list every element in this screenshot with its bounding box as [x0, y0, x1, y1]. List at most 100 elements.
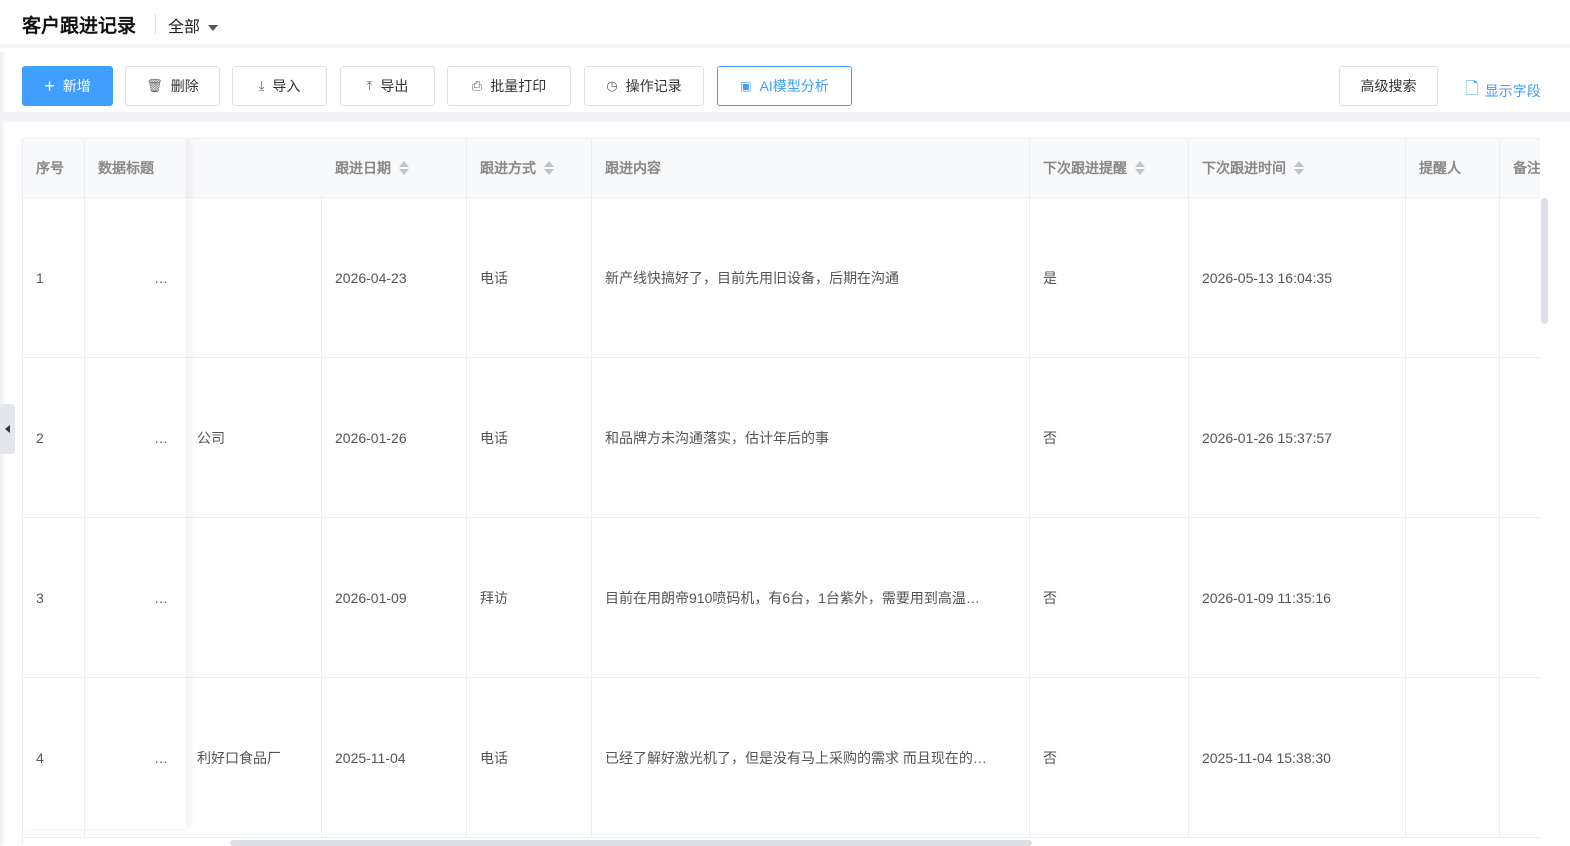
delete-label: 删除 — [170, 78, 199, 94]
log-label: 操作记录 — [625, 78, 682, 94]
data-table: 跟进日期 跟进方式 跟进内容 下次跟进提醒 下次跟进时间 提醒人 备注 2026… — [22, 138, 1540, 845]
remind-cell: 是 — [1030, 198, 1189, 357]
reminder-cell — [1406, 678, 1500, 837]
header-label: 下次跟进提醒 — [1043, 160, 1127, 176]
next-time-cell: 2026-05-13 16:04:35 — [1189, 198, 1406, 357]
add-button[interactable]: + 新增 — [22, 66, 113, 106]
date-cell: 2026-01-26 — [322, 358, 467, 517]
add-label: 新增 — [62, 78, 91, 94]
content-cell: 已经了解好激光机了，但是没有马上采购的需求 而且现在的… — [592, 678, 1030, 837]
header-label: 提醒人 — [1419, 160, 1461, 176]
header-method[interactable]: 跟进方式 — [467, 139, 592, 197]
header-next-time[interactable]: 下次跟进时间 — [1189, 139, 1406, 197]
header-label: 跟进方式 — [480, 160, 536, 176]
fixed-row[interactable]: 4… — [23, 678, 186, 838]
customer-cell — [184, 198, 322, 357]
header-remind[interactable]: 下次跟进提醒 — [1030, 139, 1189, 197]
header-label: 跟进内容 — [605, 160, 661, 176]
index-cell: 2 — [23, 358, 85, 517]
ai-label: AI模型分析 — [759, 78, 829, 94]
customer-cell: 公司 — [184, 358, 322, 517]
download-icon: ⤓ — [258, 78, 265, 93]
advanced-search-button[interactable]: 高级搜索 — [1339, 66, 1438, 106]
fixed-row[interactable]: 3… — [23, 518, 186, 678]
header-label: 跟进日期 — [335, 160, 391, 176]
toolbar: + 新增 🗑 删除 ⤓ 导入 ⤒ 导出 ⎙ 批量打印 ◷ 操作记录 ▣ AI模型分析 高级搜索… — [0, 52, 1570, 122]
scope-label: 全部 — [168, 19, 201, 36]
title-cell: … — [154, 589, 168, 606]
header-label: 数据标题 — [98, 160, 154, 176]
remind-cell: 否 — [1030, 518, 1189, 677]
reminder-cell — [1406, 198, 1500, 357]
sort-icon[interactable] — [1135, 161, 1145, 175]
export-label: 导出 — [380, 78, 409, 94]
delete-button[interactable]: 🗑 删除 — [125, 66, 220, 106]
date-cell: 2026-04-23 — [322, 198, 467, 357]
next-time-cell: 2026-01-09 11:35:16 — [1189, 518, 1406, 677]
header-date[interactable]: 跟进日期 — [322, 139, 467, 197]
sort-icon[interactable] — [399, 161, 409, 175]
header-label: 序号 — [36, 160, 64, 176]
index-cell: 4 — [23, 678, 85, 837]
collapse-sidebar-button[interactable] — [0, 404, 15, 454]
page-header: 客户跟进记录 全部 — [0, 0, 1570, 48]
header-label: 备注 — [1513, 160, 1540, 176]
horizontal-scrollbar[interactable] — [230, 840, 1032, 846]
sort-icon[interactable] — [544, 161, 554, 175]
remind-cell: 否 — [1030, 678, 1189, 837]
advanced-search-label: 高级搜索 — [1360, 78, 1417, 94]
export-button[interactable]: ⤒ 导出 — [340, 66, 435, 106]
table-row[interactable]: 利好口食品厂 2025-11-04 电话 已经了解好激光机了，但是没有马上采购的需求 … — [23, 678, 1540, 838]
trash-icon: 🗑 — [146, 78, 163, 93]
print-label: 批量打印 — [490, 78, 547, 94]
date-cell: 2025-11-04 — [322, 678, 467, 837]
caret-down-icon — [208, 24, 219, 31]
upload-icon: ⤒ — [366, 78, 373, 93]
show-fields-button[interactable]: 🗋 显示字段 — [1465, 76, 1541, 105]
next-time-cell: 2026-01-26 15:37:57 — [1189, 358, 1406, 517]
content-cell: 新产线快搞好了，目前先用旧设备，后期在沟通 — [592, 198, 1030, 357]
scope-dropdown[interactable]: 全部 — [168, 13, 219, 37]
notes-cell — [1500, 678, 1540, 837]
title-cell: … — [154, 429, 168, 446]
index-cell: 1 — [23, 198, 85, 357]
fixed-row[interactable]: 2… — [23, 358, 186, 518]
content-cell: 目前在用朗帝910喷码机，有6台，1台紫外，需要用到高温… — [592, 518, 1030, 677]
header-index: 序号 — [23, 139, 85, 197]
batch-print-button[interactable]: ⎙ 批量打印 — [447, 66, 571, 106]
title-cell: … — [154, 269, 168, 286]
sort-icon[interactable] — [1294, 161, 1304, 175]
vertical-scrollbar[interactable] — [1541, 198, 1548, 324]
fixed-row[interactable]: 1… — [23, 198, 186, 358]
header-notes: 备注 — [1500, 139, 1540, 197]
method-cell: 拜访 — [467, 518, 592, 677]
header-label: 下次跟进时间 — [1202, 160, 1286, 176]
file-eye-icon: 🗋 — [1465, 79, 1479, 98]
title-cell: … — [154, 749, 168, 766]
reminder-cell — [1406, 358, 1500, 517]
notes-cell — [1500, 198, 1540, 357]
caret-left-icon — [5, 425, 10, 433]
content-cell: 和品牌方未沟通落实，估计年后的事 — [592, 358, 1030, 517]
next-time-cell: 2025-11-04 15:38:30 — [1189, 678, 1406, 837]
remind-cell: 否 — [1030, 358, 1189, 517]
method-cell: 电话 — [467, 678, 592, 837]
fixed-columns: 序号 数据标题 1… 2… 3… 4… — [23, 139, 186, 838]
table-row[interactable]: 公司 2026-01-26 电话 和品牌方未沟通落实，估计年后的事否 2026-01-2… — [23, 358, 1540, 518]
show-fields-label: 显示字段 — [1484, 82, 1541, 99]
operation-log-button[interactable]: ◷ 操作记录 — [584, 66, 704, 106]
reminder-cell — [1406, 518, 1500, 677]
table-row[interactable]: 2026-04-23 电话 新产线快搞好了，目前先用旧设备，后期在沟通是 2026-0… — [23, 198, 1540, 358]
table-row[interactable]: 2026-01-09 拜访 目前在用朗帝910喷码机，有6台，1台紫外，需要用到高温… — [23, 518, 1540, 678]
method-cell: 电话 — [467, 198, 592, 357]
table-header: 跟进日期 跟进方式 跟进内容 下次跟进提醒 下次跟进时间 提醒人 备注 — [23, 139, 1540, 198]
import-button[interactable]: ⤓ 导入 — [232, 66, 327, 106]
customer-cell — [184, 518, 322, 677]
robot-icon: ▣ — [740, 79, 752, 93]
header-title: 数据标题 — [85, 139, 186, 197]
printer-icon: ⎙ — [471, 78, 483, 93]
divider — [155, 14, 156, 34]
date-cell: 2026-01-09 — [322, 518, 467, 677]
ai-analysis-button[interactable]: ▣ AI模型分析 — [717, 66, 852, 106]
header-reminder: 提醒人 — [1406, 139, 1500, 197]
